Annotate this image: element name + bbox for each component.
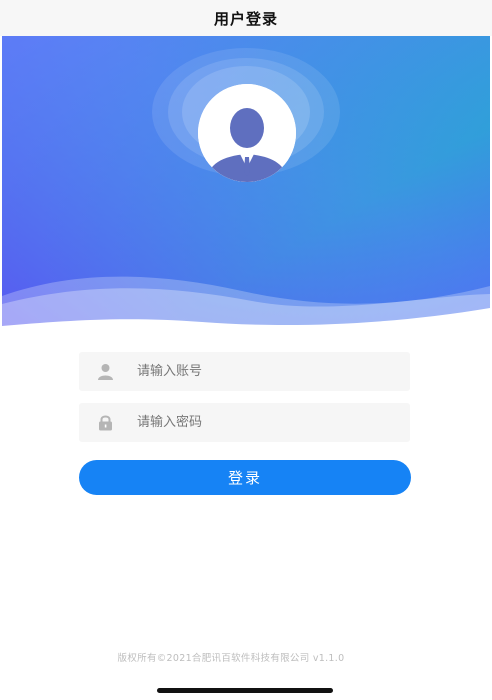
home-indicator[interactable]	[157, 688, 333, 693]
copyright-text: 版权所有©2021合肥讯百软件科技有限公司 v1.1.0	[117, 653, 345, 664]
account-input[interactable]	[137, 352, 397, 391]
hero-banner	[2, 36, 490, 336]
user-avatar-icon	[198, 84, 296, 182]
page-title: 用户登录	[213, 9, 278, 28]
avatar	[198, 84, 296, 182]
account-field	[79, 352, 410, 391]
navigation-bar: 用户登录	[0, 0, 492, 36]
login-button[interactable]: 登录	[79, 460, 411, 495]
password-field	[79, 403, 410, 442]
login-page: 用户登录 请输入账号 登录 版权所有©2021合肥讯百软件科技有限公司 v1.1…	[0, 0, 492, 700]
password-input[interactable]	[137, 403, 397, 442]
wave-decoration	[2, 276, 490, 336]
user-icon	[98, 364, 113, 380]
lock-icon	[99, 415, 112, 431]
